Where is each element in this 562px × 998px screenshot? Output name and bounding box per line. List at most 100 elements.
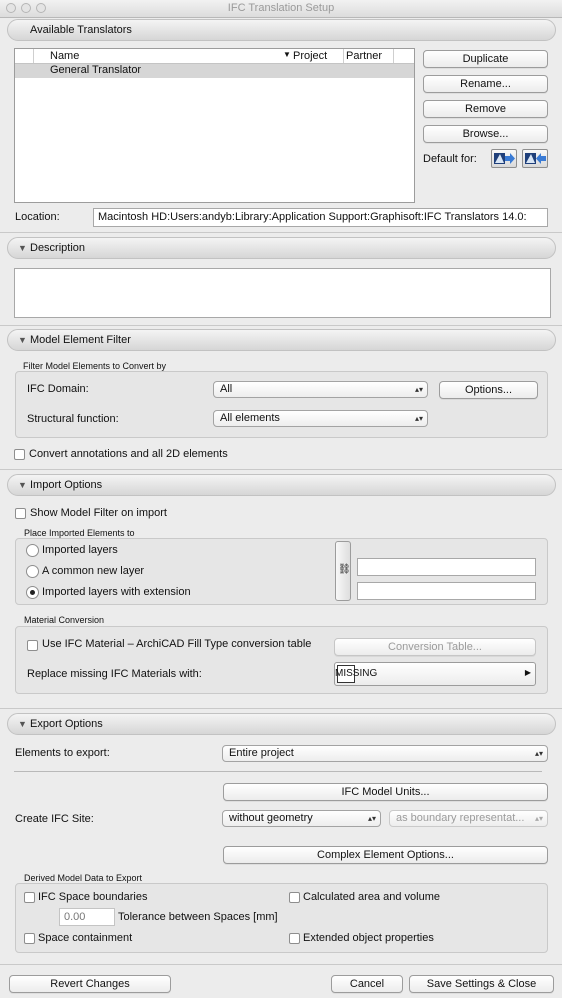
- disclosure-triangle-icon: ▼: [18, 480, 27, 490]
- structural-function-label: Structural function:: [27, 413, 119, 425]
- show-model-filter-label: Show Model Filter on import: [30, 507, 167, 519]
- elements-to-export-label: Elements to export:: [15, 747, 110, 759]
- convert-annotations-label: Convert annotations and all 2D elements: [29, 448, 228, 460]
- ifc-site-representation-select[interactable]: as boundary representat... ▴▾: [389, 810, 548, 827]
- group-label: Derived Model Data to Export: [24, 873, 143, 883]
- show-model-filter-checkbox[interactable]: [15, 508, 26, 519]
- column-partner[interactable]: Partner: [346, 50, 382, 62]
- section-title: Export Options: [30, 718, 103, 730]
- extended-properties-checkbox[interactable]: [289, 933, 300, 944]
- divider: [0, 232, 562, 233]
- disclosure-triangle-icon: ▼: [18, 243, 27, 253]
- ifc-model-units-button[interactable]: IFC Model Units...: [223, 783, 548, 801]
- replace-material-picker[interactable]: MISSING ▶: [334, 662, 536, 686]
- title-bar: IFC Translation Setup: [0, 0, 562, 18]
- group-label: Material Conversion: [24, 615, 105, 625]
- remove-button[interactable]: Remove: [423, 100, 548, 118]
- window-title: IFC Translation Setup: [227, 2, 335, 14]
- radio-imported-layers-extension[interactable]: [26, 586, 39, 599]
- link-toggle-button[interactable]: ⛓: [335, 541, 351, 601]
- layer-name-field[interactable]: [357, 558, 536, 576]
- import-arrow-icon: [494, 153, 515, 164]
- elements-to-export-value: Entire project: [229, 747, 294, 759]
- column-divider: [343, 49, 344, 63]
- disclosure-triangle-icon: ▼: [18, 719, 27, 729]
- default-for-label: Default for:: [423, 153, 477, 165]
- updown-arrows-icon: ▴▾: [367, 814, 376, 823]
- structural-function-select[interactable]: All elements ▴▾: [213, 410, 428, 427]
- updown-arrows-icon: ▴▾: [414, 414, 423, 423]
- location-field[interactable]: Macintosh HD:Users:andyb:Library:Applica…: [93, 208, 548, 227]
- description-field[interactable]: [14, 268, 551, 318]
- cancel-button[interactable]: Cancel: [331, 975, 403, 993]
- divider: [0, 469, 562, 470]
- browse-button[interactable]: Browse...: [423, 125, 548, 143]
- section-header-available-translators: Available Translators: [7, 19, 556, 41]
- radio-label: Imported layers with extension: [42, 586, 191, 598]
- space-containment-label: Space containment: [38, 932, 133, 944]
- column-name[interactable]: Name: [50, 50, 79, 62]
- column-divider: [393, 49, 394, 63]
- radio-label: A common new layer: [42, 565, 145, 577]
- ifc-site-geometry-select[interactable]: without geometry ▴▾: [222, 810, 381, 827]
- structural-function-value: All elements: [220, 412, 280, 424]
- ifc-domain-label: IFC Domain:: [27, 383, 89, 395]
- use-ifc-material-checkbox[interactable]: [27, 640, 38, 651]
- section-header-import-options[interactable]: ▼ Import Options: [7, 474, 556, 496]
- divider: [0, 964, 562, 965]
- ifc-site-representation-value: as boundary representat...: [396, 812, 525, 824]
- radio-imported-layers[interactable]: [26, 544, 39, 557]
- complex-element-options-button[interactable]: Complex Element Options...: [223, 846, 548, 864]
- convert-annotations-checkbox[interactable]: [14, 449, 25, 460]
- section-title: Description: [30, 242, 86, 254]
- tolerance-label: Tolerance between Spaces [mm]: [118, 911, 278, 923]
- calculated-area-checkbox[interactable]: [289, 892, 300, 903]
- revert-changes-button[interactable]: Revert Changes: [9, 975, 171, 993]
- options-button[interactable]: Options...: [439, 381, 538, 399]
- section-header-export-options[interactable]: ▼ Export Options: [7, 713, 556, 735]
- translator-name: General Translator: [50, 64, 142, 76]
- location-label: Location:: [15, 211, 60, 223]
- chain-link-icon: ⛓: [338, 564, 351, 575]
- ifc-domain-value: All: [220, 383, 233, 395]
- group-label: Filter Model Elements to Convert by: [23, 361, 167, 371]
- radio-common-new-layer[interactable]: [26, 565, 39, 578]
- divider: [0, 325, 562, 326]
- section-title: Model Element Filter: [30, 334, 131, 346]
- conversion-table-button[interactable]: Conversion Table...: [334, 638, 536, 656]
- updown-arrows-icon: ▴▾: [414, 385, 423, 394]
- divider: [0, 708, 562, 709]
- ifc-domain-select[interactable]: All ▴▾: [213, 381, 428, 398]
- save-settings-close-button[interactable]: Save Settings & Close: [409, 975, 554, 993]
- duplicate-button[interactable]: Duplicate: [423, 50, 548, 68]
- column-divider: [33, 49, 34, 63]
- replace-materials-label: Replace missing IFC Materials with:: [27, 668, 202, 680]
- default-import-button[interactable]: [491, 149, 517, 168]
- rename-button[interactable]: Rename...: [423, 75, 548, 93]
- translator-list[interactable]: Name ▼ Project Partner General Translato…: [14, 48, 415, 203]
- section-header-model-element-filter[interactable]: ▼ Model Element Filter: [7, 329, 556, 351]
- disclosure-triangle-icon: ▼: [18, 335, 27, 345]
- layer-extension-field[interactable]: [357, 582, 536, 600]
- default-export-button[interactable]: [522, 149, 548, 168]
- use-ifc-material-label: Use IFC Material – ArchiCAD Fill Type co…: [42, 638, 312, 650]
- elements-to-export-select[interactable]: Entire project ▴▾: [222, 745, 548, 762]
- calculated-area-label: Calculated area and volume: [303, 891, 440, 903]
- replace-material-value: MISSING: [335, 668, 378, 679]
- space-containment-checkbox[interactable]: [24, 933, 35, 944]
- updown-arrows-icon: ▴▾: [534, 814, 543, 823]
- ifc-site-geometry-value: without geometry: [229, 812, 313, 824]
- list-row[interactable]: General Translator: [15, 64, 414, 78]
- group-label: Place Imported Elements to: [24, 528, 135, 538]
- popup-arrow-icon: ▶: [524, 668, 531, 677]
- radio-label: Imported layers: [42, 544, 118, 556]
- divider: [14, 771, 542, 772]
- tolerance-field[interactable]: 0.00: [59, 908, 115, 926]
- ifc-space-boundaries-label: IFC Space boundaries: [38, 891, 148, 903]
- section-header-description[interactable]: ▼ Description: [7, 237, 556, 259]
- updown-arrows-icon: ▴▾: [534, 749, 543, 758]
- sort-desc-icon: ▼: [283, 50, 291, 59]
- column-project[interactable]: Project: [293, 50, 327, 62]
- list-header: Name ▼ Project Partner: [15, 49, 414, 64]
- ifc-space-boundaries-checkbox[interactable]: [24, 892, 35, 903]
